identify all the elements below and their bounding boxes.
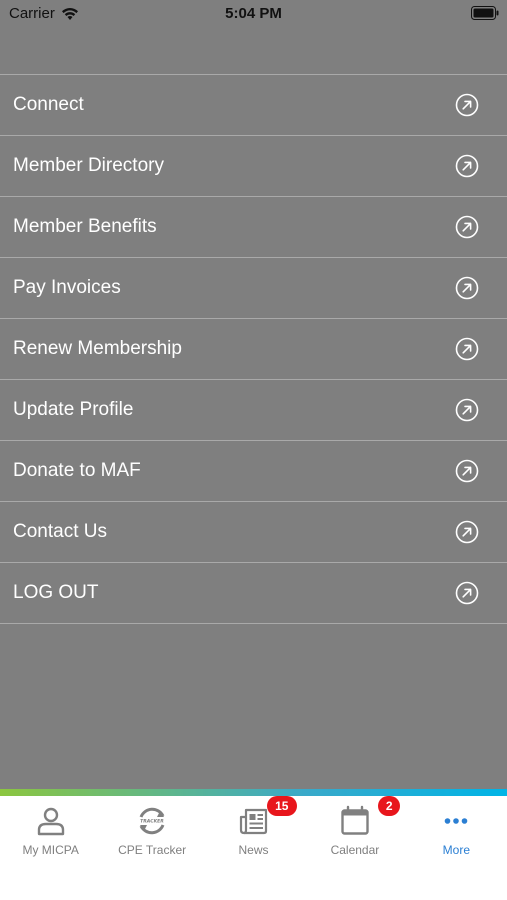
calendar-icon <box>341 805 369 835</box>
menu-item-label: Connect <box>13 94 84 115</box>
menu-item-member-benefits[interactable]: Member Benefits <box>0 197 507 258</box>
svg-text:TRACKER: TRACKER <box>140 819 164 825</box>
status-bar: Carrier 5:04 PM <box>0 0 507 30</box>
tab-label: News <box>238 843 269 857</box>
arrow-up-right-circle-icon <box>455 459 479 483</box>
arrow-up-right-circle-icon <box>455 215 479 239</box>
menu-item-member-directory[interactable]: Member Directory <box>0 136 507 197</box>
more-dots-icon <box>445 818 468 824</box>
person-icon <box>37 807 64 836</box>
arrow-up-right-circle-icon <box>455 337 479 361</box>
arrow-up-right-circle-icon <box>455 520 479 544</box>
menu-item-label: Renew Membership <box>13 338 182 359</box>
tab-my-micpa[interactable]: My MICPA <box>0 796 101 900</box>
tab-news[interactable]: News 15 <box>203 796 304 900</box>
menu-item-renew-membership[interactable]: Renew Membership <box>0 319 507 380</box>
menu-item-label: Update Profile <box>13 399 134 420</box>
news-badge: 15 <box>266 796 297 816</box>
menu-item-label: Member Directory <box>13 155 164 176</box>
battery-icon <box>471 6 499 20</box>
tracker-icon: TRACKER <box>139 807 165 835</box>
more-menu-list: Connect Member Directory Member Benefits… <box>0 74 507 624</box>
menu-item-label: Contact Us <box>13 521 107 542</box>
menu-item-label: Member Benefits <box>13 216 157 237</box>
tab-label: Calendar <box>330 843 380 857</box>
arrow-up-right-circle-icon <box>455 581 479 605</box>
calendar-badge: 2 <box>378 796 401 816</box>
menu-item-pay-invoices[interactable]: Pay Invoices <box>0 258 507 319</box>
arrow-up-right-circle-icon <box>455 154 479 178</box>
more-screen: Carrier 5:04 PM Connect Member Directory <box>0 0 507 900</box>
menu-item-contact-us[interactable]: Contact Us <box>0 502 507 563</box>
tab-label: My MICPA <box>22 843 79 857</box>
tab-cpe-tracker[interactable]: TRACKER CPE Tracker <box>101 796 202 900</box>
menu-item-label: LOG OUT <box>13 582 99 603</box>
tab-label: CPE Tracker <box>118 843 187 857</box>
menu-item-donate-to-maf[interactable]: Donate to MAF <box>0 441 507 502</box>
status-time: 5:04 PM <box>225 5 282 22</box>
menu-item-update-profile[interactable]: Update Profile <box>0 380 507 441</box>
tab-bar: My MICPA TRACKER CPE Tracker News 15 Cal… <box>0 796 507 900</box>
menu-item-label: Pay Invoices <box>13 277 121 298</box>
tab-label: More <box>442 843 470 857</box>
arrow-up-right-circle-icon <box>455 398 479 422</box>
tab-bar-accent-stripe <box>0 789 507 796</box>
newspaper-icon <box>239 808 267 835</box>
arrow-up-right-circle-icon <box>455 93 479 117</box>
menu-item-log-out[interactable]: LOG OUT <box>0 563 507 624</box>
arrow-up-right-circle-icon <box>455 276 479 300</box>
tab-more[interactable]: More <box>406 796 507 900</box>
menu-item-label: Donate to MAF <box>13 460 141 481</box>
menu-item-connect[interactable]: Connect <box>0 75 507 136</box>
tab-calendar[interactable]: Calendar 2 <box>304 796 405 900</box>
